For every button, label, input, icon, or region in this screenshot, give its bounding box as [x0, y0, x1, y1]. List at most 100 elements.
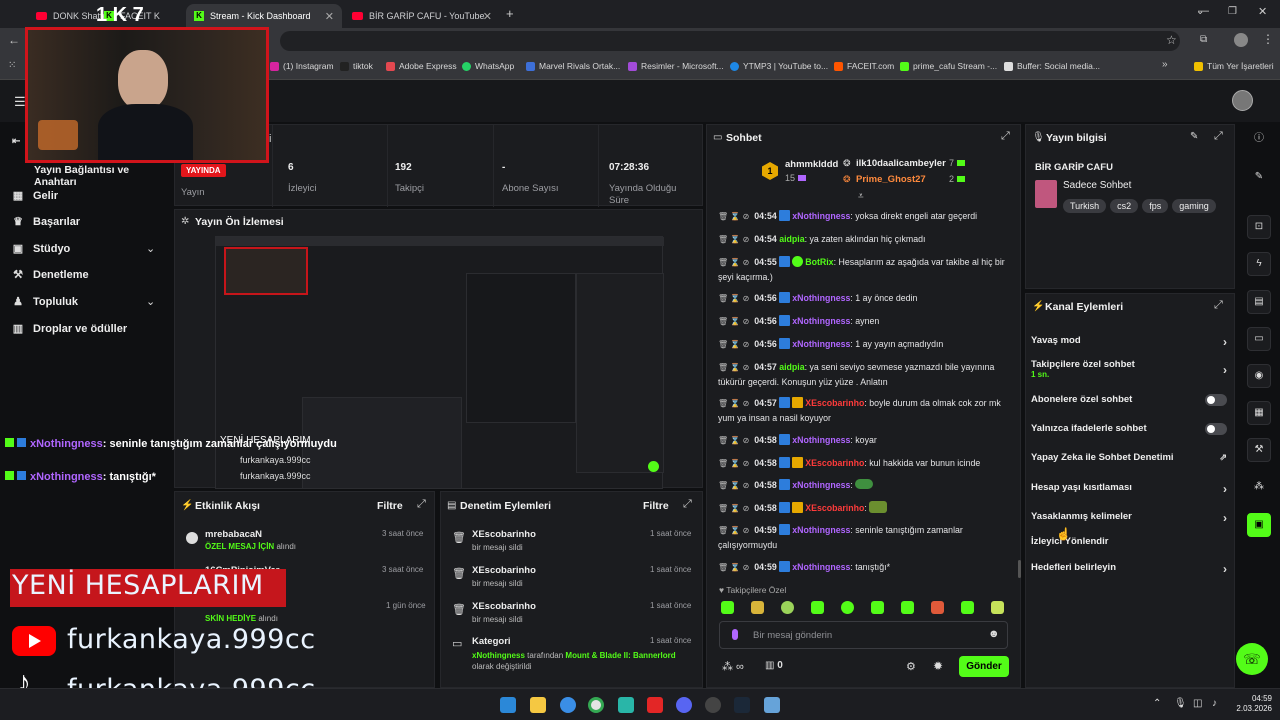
moderation-filter-button[interactable]: Filtre — [643, 500, 669, 512]
bookmark-ytmp3[interactable]: YTMP3 | YouTube to... — [730, 61, 828, 71]
broadcast-icon[interactable]: ◉ — [1247, 364, 1271, 388]
edge-icon[interactable] — [560, 697, 576, 713]
extensions-icon[interactable]: ⧉ — [1200, 34, 1207, 45]
chat-message[interactable]: 🗑 ⌛ ⊘ 04:58 XEscobarinho: kul hakkida var… — [718, 456, 1008, 471]
gifter-name[interactable]: ilk10daalicambeyler — [856, 158, 946, 169]
tag[interactable]: gaming — [1172, 199, 1216, 213]
chat-message[interactable]: 🗑 ⌛ ⊘ 04:54 xNothingness: yoksa direkt en… — [718, 209, 1008, 224]
sidebar-item-droplar[interactable]: ▥ Droplar ve ödüller — [12, 323, 127, 335]
back-icon[interactable]: ← — [8, 33, 20, 47]
app-icon[interactable] — [764, 697, 780, 713]
sidebar-collapse-icon[interactable]: ⇤ — [12, 136, 20, 147]
emote-icon[interactable] — [811, 601, 824, 614]
sidebar-item-stream-key[interactable]: Yayın Bağlantısı ve Anahtarı — [34, 164, 172, 188]
collapse-gifters-icon[interactable]: ⩡ — [858, 191, 864, 202]
edit-icon[interactable]: ✎ — [1247, 166, 1271, 190]
bookmark-instagram[interactable]: (1) Instagram — [270, 61, 334, 71]
subscribers-only-row[interactable]: Abonelere özel sohbet — [1031, 394, 1227, 408]
chat-message[interactable]: 🗑 ⌛ ⊘ 04:56 xNothingness: 1 ay önce dedin — [718, 291, 1008, 306]
emote-icon[interactable] — [991, 601, 1004, 614]
microphone-icon[interactable] — [732, 629, 738, 640]
chat-message[interactable]: 🗑 ⌛ ⊘ 04:56 xNothingness: aynen — [718, 314, 1008, 329]
slow-mode-row[interactable]: Yavaş mod › — [1031, 335, 1227, 349]
expand-icon[interactable]: ⤢ — [1214, 130, 1223, 143]
discord-icon[interactable] — [676, 697, 692, 713]
event-user[interactable]: mrebabacaN — [205, 529, 262, 540]
expand-icon[interactable]: ⤢ — [1214, 299, 1223, 312]
banned-words-row[interactable]: Yasaklanmış kelimeler › — [1031, 511, 1227, 525]
emote-icon[interactable] — [961, 601, 974, 614]
expand-icon[interactable]: ⤢ — [1001, 130, 1010, 143]
more-bookmarks-icon[interactable]: » — [1162, 59, 1168, 70]
emote-icon[interactable] — [901, 601, 914, 614]
chat-message[interactable]: 🗑 ⌛ ⊘ 04:58 xNothingness: koyar — [718, 433, 1008, 448]
all-bookmarks[interactable]: Tüm Yer İşaretleri — [1194, 61, 1274, 71]
chat-bubble-icon[interactable]: ▭ — [1247, 327, 1271, 351]
chat-message[interactable]: 🗑 ⌛ ⊘ 04:58 xNothingness: — [718, 478, 1008, 493]
gift-counter[interactable]: ▥ 0 — [765, 660, 783, 671]
obs-icon[interactable] — [705, 697, 721, 713]
new-tab-icon[interactable]: + — [506, 6, 514, 21]
sidebar-item-gelir[interactable]: ▦ Gelir — [12, 190, 58, 202]
chat-message[interactable]: 🗑 ⌛ ⊘ 04:54 aidpia: ya zaten aklından hiç… — [718, 232, 1008, 247]
subscribers-only-toggle[interactable] — [1205, 394, 1227, 406]
app-icon[interactable]: ▣ — [1247, 513, 1271, 537]
network-icon[interactable]: ◫ — [1193, 698, 1202, 709]
emote-only-row[interactable]: Yalnızca ifadelerle sohbet — [1031, 423, 1227, 437]
emote-icon[interactable] — [721, 601, 734, 614]
mod-user[interactable]: XEscobarinho — [472, 529, 536, 540]
volume-icon[interactable]: ♪ — [1212, 698, 1217, 709]
expand-icon[interactable]: ⤢ — [417, 498, 426, 511]
category-name[interactable]: Sadece Sohbet — [1063, 180, 1131, 191]
chat-message[interactable]: 🗑 ⌛ ⊘ 04:59 xNothingness: seninle tanıştı… — [718, 523, 1008, 552]
chat-message[interactable]: 🗑 ⌛ ⊘ 04:57 aidpia: ya seni seviyo sevmes… — [718, 360, 1008, 389]
bookmark-microsoft[interactable]: Resimler - Microsoft... — [628, 61, 724, 71]
start-icon[interactable] — [500, 697, 516, 713]
chat-message[interactable]: 🗑 ⌛ ⊘ 04:59 xNothingness: tanıştığı* — [718, 560, 1008, 575]
chat-input[interactable]: Bir mesaj gönderin ☻ — [719, 621, 1008, 649]
clock[interactable]: 04:59 2.03.2026 — [1236, 694, 1272, 714]
emote-icon[interactable] — [871, 601, 884, 614]
apps-icon[interactable]: ⁙ — [8, 60, 16, 71]
bookmark-adobe[interactable]: Adobe Express — [386, 61, 457, 71]
emote-icon[interactable] — [781, 601, 794, 614]
stream-link-expand-icon[interactable]: i — [269, 133, 271, 145]
tag[interactable]: Turkish — [1063, 199, 1107, 213]
expand-icon[interactable]: ⤢ — [683, 498, 692, 511]
emoji-icon[interactable]: ☻ — [988, 628, 1000, 640]
bookmark-faceit[interactable]: FACEIT.com — [834, 61, 894, 71]
tray-chevron-icon[interactable]: ⌃ — [1153, 698, 1161, 709]
followers-only-row[interactable]: Takipçilere özel sohbet 1 sn. › — [1031, 359, 1227, 383]
settings-icon[interactable]: ⚙ — [906, 660, 916, 673]
emote-icon[interactable] — [841, 601, 854, 614]
close-window-icon[interactable]: ✕ — [1258, 5, 1267, 18]
chat-message[interactable]: 🗑 ⌛ ⊘ 04:57 XEscobarinho: boyle durum da … — [718, 396, 1008, 425]
chevron-down-icon[interactable]: ⌄ — [146, 295, 155, 308]
set-goals-row[interactable]: Hedefleri belirleyin › — [1031, 562, 1227, 576]
chat-scrollbar[interactable] — [1018, 560, 1021, 578]
app-icon[interactable] — [618, 697, 634, 713]
close-tab-icon[interactable]: ✕ — [483, 10, 492, 23]
sidebar-item-topluluk[interactable]: ♟ Topluluk — [12, 296, 78, 308]
edit-icon[interactable]: ✎ — [1190, 131, 1198, 142]
mod-user[interactable]: XEscobarinho — [472, 565, 536, 576]
community-icon[interactable]: ⁂ — [1247, 476, 1271, 500]
screenshot-icon[interactable]: ⊡ — [1247, 215, 1271, 239]
ai-moderation-row[interactable]: Yapay Zeka ile Sohbet Denetimi ⇗ — [1031, 452, 1227, 466]
bookmark-buffer[interactable]: Buffer: Social media... — [1004, 61, 1100, 71]
profile-avatar[interactable] — [1234, 33, 1248, 47]
support-icon[interactable]: ☏ — [1236, 643, 1268, 675]
clipboard-icon[interactable]: ▤ — [1247, 290, 1271, 314]
badge-icon[interactable]: ✹ — [933, 659, 943, 673]
bookmark-kick[interactable]: prime_cafu Stream -... — [900, 61, 997, 71]
menu-icon[interactable]: ⋮ — [1262, 32, 1274, 46]
star-icon[interactable]: ☆ — [1166, 33, 1177, 47]
maximize-icon[interactable]: ❐ — [1228, 6, 1237, 17]
bookmark-whatsapp[interactable]: WhatsApp — [462, 61, 514, 71]
bolt-icon[interactable]: ϟ — [1247, 252, 1271, 276]
microphone-icon[interactable]: 🎙 — [1174, 698, 1187, 709]
chrome-icon[interactable] — [588, 697, 604, 713]
sidebar-item-basarilar[interactable]: ♛ Başarılar — [12, 216, 80, 228]
tab-youtube-cafu[interactable]: BİR GARİP CAFU - YouTube ✕ — [344, 4, 500, 28]
sidebar-item-studyo[interactable]: ▣ Stüdyo — [12, 243, 70, 255]
